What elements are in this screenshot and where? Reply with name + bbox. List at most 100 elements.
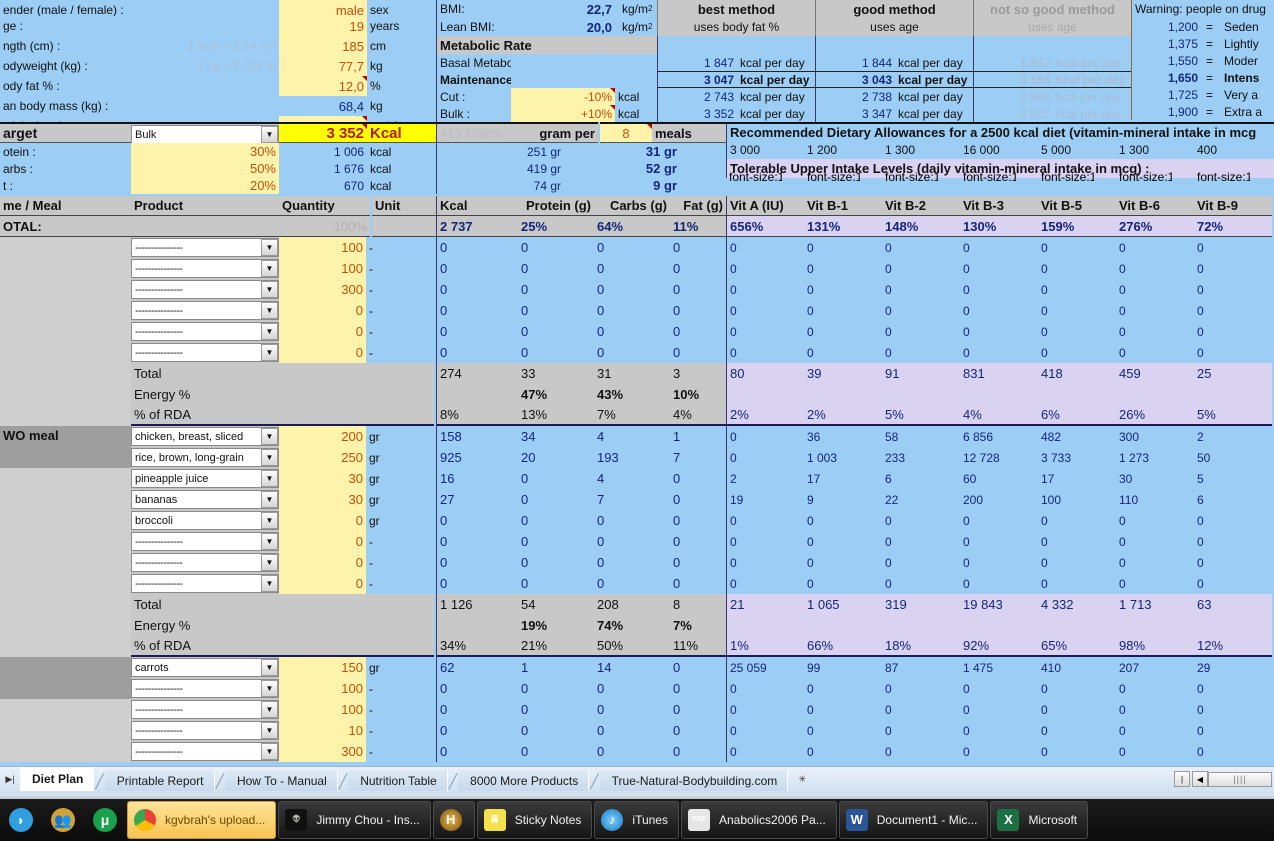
chevron-down-icon[interactable]: ▼ — [261, 302, 278, 319]
product-select-1-5[interactable]: ---------------▼ — [131, 532, 279, 551]
new-sheet-icon[interactable]: ✳ — [792, 767, 812, 791]
media-player-icon[interactable]: ◗ — [0, 799, 42, 841]
product-select-2-2[interactable]: ---------------▼ — [131, 700, 279, 719]
quantity-input-0-1[interactable]: 100 — [279, 258, 366, 279]
product-select-2-0[interactable]: carrots▼ — [131, 658, 279, 677]
product-select-0-0[interactable]: ---------------▼ — [131, 238, 279, 257]
worksheet-grid[interactable]: ender (male / female) :malesexge :19year… — [0, 0, 1274, 766]
personal-value-3[interactable]: 77,7 — [279, 56, 367, 76]
chevron-down-icon[interactable]: ▼ — [261, 743, 278, 760]
taskbar-task-6[interactable]: WDocument1 - Mic... — [839, 801, 989, 839]
meal-name-label-2[interactable] — [0, 657, 131, 699]
chevron-down-icon[interactable]: ▼ — [261, 701, 278, 718]
chevron-down-icon[interactable]: ▼ — [261, 281, 278, 298]
chevron-down-icon[interactable]: ▼ — [261, 449, 278, 466]
quantity-input-2-0[interactable]: 150 — [279, 657, 366, 678]
windows-taskbar[interactable]: ◗👥μkgvbrah's upload...👽Jimmy Chou - Ins.… — [0, 794, 1274, 841]
sheet-tab-how-to-manual[interactable]: How To - Manual — [225, 770, 338, 791]
horizontal-scrollbar[interactable]: | ◀ |||| — [1174, 770, 1272, 788]
quantity-input-1-6[interactable]: 0 — [279, 552, 366, 573]
product-select-1-4[interactable]: broccoli▼ — [131, 511, 279, 530]
chevron-down-icon[interactable]: ▼ — [261, 428, 278, 445]
chevron-down-icon[interactable]: ▼ — [261, 680, 278, 697]
chevron-down-icon[interactable]: ▼ — [261, 491, 278, 508]
taskbar-task-1[interactable]: 👽Jimmy Chou - Ins... — [278, 801, 430, 839]
product-select-0-2[interactable]: ---------------▼ — [131, 280, 279, 299]
metabolic-input-3[interactable]: +10% — [511, 105, 615, 122]
chevron-down-icon[interactable]: ▼ — [261, 323, 278, 340]
quantity-input-2-3[interactable]: 10 — [279, 720, 366, 741]
target-goal-select[interactable]: Bulk▼ — [131, 125, 279, 144]
taskbar-task-7[interactable]: XMicrosoft — [990, 801, 1088, 839]
chevron-down-icon[interactable]: ▼ — [261, 239, 278, 256]
meal-name-label-0[interactable] — [0, 237, 131, 363]
macro-pct-2[interactable]: 20% — [131, 177, 279, 194]
taskbar-task-5[interactable]: PDFAnabolics2006 Pa... — [681, 801, 837, 839]
scroll-left-icon[interactable]: ◀ — [1192, 771, 1208, 787]
product-select-2-3[interactable]: ---------------▼ — [131, 721, 279, 740]
people-icon[interactable]: 👥 — [42, 799, 84, 841]
quantity-input-2-2[interactable]: 100 — [279, 699, 366, 720]
product-select-0-1[interactable]: ---------------▼ — [131, 259, 279, 278]
quantity-input-1-7[interactable]: 0 — [279, 573, 366, 594]
scroll-thumb[interactable]: |||| — [1208, 772, 1272, 787]
meal-name-label-1[interactable]: WO meal — [0, 426, 131, 468]
personal-value-1[interactable]: 19 — [279, 16, 367, 36]
product-select-1-3[interactable]: bananas▼ — [131, 490, 279, 509]
utorrent-icon[interactable]: μ — [84, 799, 126, 841]
quantity-input-2-1[interactable]: 100 — [279, 678, 366, 699]
product-select-1-1[interactable]: rice, brown, long-grain▼ — [131, 448, 279, 467]
product-select-2-1[interactable]: ---------------▼ — [131, 679, 279, 698]
chevron-down-icon[interactable]: ▼ — [261, 659, 278, 676]
chevron-down-icon[interactable]: ▼ — [261, 554, 278, 571]
macro-pct-0[interactable]: 30% — [131, 143, 279, 160]
chevron-down-icon[interactable]: ▼ — [261, 575, 278, 592]
chevron-down-icon[interactable]: ▼ — [261, 344, 278, 361]
target-kcal-value[interactable]: 3 352 — [279, 122, 367, 143]
quantity-input-1-2[interactable]: 30 — [279, 468, 366, 489]
taskbar-task-2[interactable]: H — [433, 801, 475, 839]
scroll-split-handle[interactable]: | — [1174, 771, 1190, 787]
product-select-0-4[interactable]: ---------------▼ — [131, 322, 279, 341]
quantity-input-0-5[interactable]: 0 — [279, 342, 366, 363]
product-select-1-0[interactable]: chicken, breast, sliced▼ — [131, 427, 279, 446]
quantity-input-0-0[interactable]: 100 — [279, 237, 366, 258]
sheet-tab-true-natural-bodybuilding-com[interactable]: True-Natural-Bodybuilding.com — [600, 770, 789, 791]
quantity-input-1-4[interactable]: 0 — [279, 510, 366, 531]
taskbar-items[interactable]: ◗👥μkgvbrah's upload...👽Jimmy Chou - Ins.… — [0, 799, 1089, 841]
personal-value-2[interactable]: 185 — [279, 36, 367, 56]
personal-value-4[interactable]: 12,0 — [279, 76, 367, 96]
quantity-input-0-3[interactable]: 0 — [279, 300, 366, 321]
sheet-tab-printable-report[interactable]: Printable Report — [105, 770, 215, 791]
metabolic-input-2[interactable]: -10% — [511, 88, 615, 105]
product-select-1-2[interactable]: pineapple juice▼ — [131, 469, 279, 488]
chevron-down-icon[interactable]: ▼ — [261, 126, 278, 143]
chevron-down-icon[interactable]: ▼ — [261, 470, 278, 487]
chevron-down-icon[interactable]: ▼ — [261, 512, 278, 529]
product-select-1-7[interactable]: ---------------▼ — [131, 574, 279, 593]
product-select-0-5[interactable]: ---------------▼ — [131, 343, 279, 362]
quantity-input-1-1[interactable]: 250 — [279, 447, 366, 468]
chevron-down-icon[interactable]: ▼ — [261, 722, 278, 739]
quantity-input-1-3[interactable]: 30 — [279, 489, 366, 510]
product-select-0-3[interactable]: ---------------▼ — [131, 301, 279, 320]
quantity-input-0-2[interactable]: 300 — [279, 279, 366, 300]
product-select-2-4[interactable]: ---------------▼ — [131, 742, 279, 761]
tab-nav-last-icon[interactable]: ▶| — [0, 767, 20, 791]
product-select-1-6[interactable]: ---------------▼ — [131, 553, 279, 572]
sheet-tab-diet-plan[interactable]: Diet Plan — [20, 767, 94, 791]
meals-count-input[interactable]: 8 — [600, 122, 652, 143]
taskbar-task-0[interactable]: kgvbrah's upload... — [127, 801, 276, 839]
sheet-tab-bar[interactable]: ▶| Diet Plan╱Printable Report╱How To - M… — [0, 766, 1274, 794]
chevron-down-icon[interactable]: ▼ — [261, 260, 278, 277]
quantity-input-1-0[interactable]: 200 — [279, 426, 366, 447]
quantity-input-1-5[interactable]: 0 — [279, 531, 366, 552]
taskbar-task-4[interactable]: ♪iTunes — [594, 801, 679, 839]
quantity-input-0-4[interactable]: 0 — [279, 321, 366, 342]
macro-pct-1[interactable]: 50% — [131, 160, 279, 177]
chevron-down-icon[interactable]: ▼ — [261, 533, 278, 550]
quantity-input-2-4[interactable]: 300 — [279, 741, 366, 762]
sheet-tab-nutrition-table[interactable]: Nutrition Table — [348, 770, 448, 791]
taskbar-task-3[interactable]: 🗒Sticky Notes — [477, 801, 593, 839]
sheet-tab-8000-more-products[interactable]: 8000 More Products — [458, 770, 589, 791]
